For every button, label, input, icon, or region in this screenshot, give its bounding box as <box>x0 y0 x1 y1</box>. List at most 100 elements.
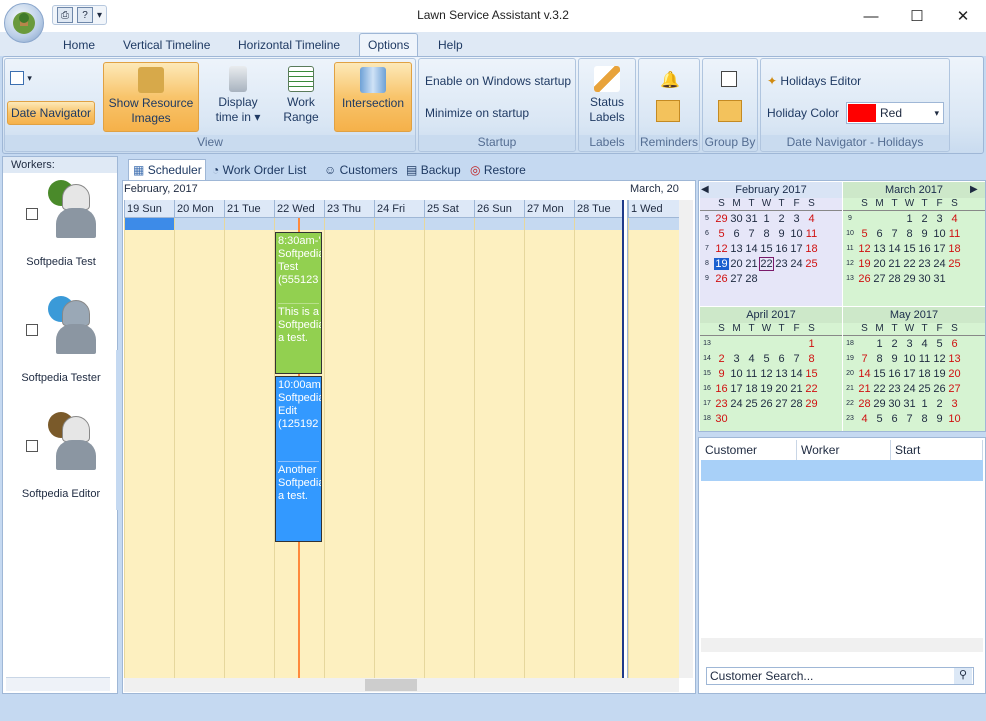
calendar-day[interactable]: 9 <box>774 228 789 240</box>
prev-month-arrow[interactable]: ◀ <box>701 184 709 195</box>
calendar-day[interactable]: 8 <box>902 228 917 240</box>
minimize-on-startup-button[interactable]: Minimize on startup <box>425 106 529 121</box>
calendar-day[interactable]: 20 <box>729 258 744 270</box>
enable-windows-startup-button[interactable]: Enable on Windows startup <box>425 74 571 89</box>
calendar-day[interactable]: 30 <box>887 398 902 410</box>
reminder-window-icon[interactable] <box>656 100 680 122</box>
calendar-day[interactable]: 8 <box>759 228 774 240</box>
calendar-day[interactable]: 11 <box>947 228 962 240</box>
calendar-day[interactable]: 16 <box>714 383 729 395</box>
tab-backup[interactable]: ▤ Backup <box>406 160 461 180</box>
day-header[interactable]: 24 Fri <box>374 200 424 218</box>
calendar-day[interactable]: 18 <box>804 243 819 255</box>
calendar-day[interactable]: 25 <box>917 383 932 395</box>
calendar-day[interactable]: 24 <box>932 258 947 270</box>
calendar-day[interactable]: 7 <box>887 228 902 240</box>
day-header[interactable]: 21 Tue <box>224 200 274 218</box>
calendar-day[interactable]: 6 <box>729 228 744 240</box>
next-month-arrow[interactable]: ▶ <box>970 184 978 195</box>
calendar-day[interactable]: 17 <box>789 243 804 255</box>
calendar-day[interactable]: 23 <box>887 383 902 395</box>
calendar-day[interactable]: 10 <box>902 353 917 365</box>
calendar-day[interactable]: 14 <box>857 368 872 380</box>
hscroll-thumb[interactable] <box>365 679 417 691</box>
calendar-day[interactable]: 2 <box>774 213 789 225</box>
status-labels-button[interactable]: Status Labels <box>584 66 630 132</box>
calendar-day[interactable]: 12 <box>759 368 774 380</box>
calendar-day[interactable]: 5 <box>872 413 887 425</box>
calendar-day[interactable]: 5 <box>857 228 872 240</box>
day-header[interactable]: 28 Tue <box>574 200 624 218</box>
calendar-day[interactable]: 30 <box>714 413 729 425</box>
calendar-day[interactable]: 6 <box>872 228 887 240</box>
tab-home[interactable]: Home <box>63 36 95 56</box>
column-worker[interactable]: Worker <box>797 440 891 460</box>
calendar-day[interactable]: 10 <box>789 228 804 240</box>
calendar-day[interactable]: 20 <box>872 258 887 270</box>
worker-card[interactable]: Softpedia Test <box>6 178 116 268</box>
calendar-day[interactable]: 15 <box>804 368 819 380</box>
bell-icon[interactable]: 🔔 <box>660 70 680 90</box>
calendar-day[interactable]: 21 <box>744 258 759 270</box>
calendar-day[interactable]: 26 <box>857 273 872 285</box>
calendar-day[interactable]: 15 <box>759 243 774 255</box>
day-column[interactable] <box>224 200 274 678</box>
calendar-day[interactable]: 27 <box>729 273 744 285</box>
minimize-button[interactable]: — <box>848 0 894 32</box>
column-customer[interactable]: Customer <box>701 440 797 460</box>
day-header[interactable]: 20 Mon <box>174 200 224 218</box>
day-header[interactable]: 26 Sun <box>474 200 524 218</box>
calendar-day[interactable]: 18 <box>947 243 962 255</box>
calendar-day[interactable]: 2 <box>917 213 932 225</box>
calendar-day[interactable]: 27 <box>774 398 789 410</box>
show-resource-images-button[interactable]: Show Resource Images <box>103 62 199 132</box>
day-column[interactable] <box>424 200 474 678</box>
tab-help[interactable]: Help <box>438 36 463 56</box>
calendar-day[interactable]: 22 <box>759 256 774 271</box>
calendar-day[interactable]: 11 <box>917 353 932 365</box>
display-time-button[interactable]: Display time in ▾ <box>212 66 264 132</box>
day-header[interactable]: 23 Thu <box>324 200 374 218</box>
calendar-day[interactable]: 30 <box>917 273 932 285</box>
calendar-day[interactable]: 16 <box>887 368 902 380</box>
calendar-day[interactable]: 10 <box>729 368 744 380</box>
intersection-button[interactable]: Intersection <box>334 62 412 132</box>
calendar-day[interactable]: 17 <box>729 383 744 395</box>
calendar-day[interactable]: 13 <box>872 243 887 255</box>
calendar-day[interactable]: 23 <box>714 398 729 410</box>
day-header[interactable]: 25 Sat <box>424 200 474 218</box>
tab-customers[interactable]: ☺ Customers <box>324 160 398 180</box>
calendar-day[interactable]: 21 <box>887 258 902 270</box>
calendar-day[interactable]: 24 <box>902 383 917 395</box>
scheduler-hscroll[interactable] <box>124 678 679 692</box>
calendar-day[interactable]: 22 <box>902 258 917 270</box>
calendar-day[interactable]: 6 <box>947 338 962 350</box>
calendar-day[interactable]: 8 <box>917 413 932 425</box>
calendar-day[interactable]: 27 <box>947 383 962 395</box>
calendar-day[interactable]: 15 <box>872 368 887 380</box>
calendar-day[interactable]: 4 <box>744 353 759 365</box>
calendar-day[interactable]: 13 <box>947 353 962 365</box>
day-header[interactable]: 22 Wed <box>274 200 324 218</box>
calendar-day[interactable]: 3 <box>902 338 917 350</box>
calendar-day[interactable]: 10 <box>932 228 947 240</box>
calendar-day[interactable]: 25 <box>804 258 819 270</box>
calendar-day[interactable]: 29 <box>902 273 917 285</box>
calendar-day[interactable]: 10 <box>947 413 962 425</box>
day-column[interactable] <box>324 200 374 678</box>
calendar-day[interactable]: 25 <box>744 398 759 410</box>
worker-card[interactable]: Softpedia Editor <box>6 410 116 500</box>
table-row[interactable] <box>701 460 983 481</box>
calendar-day[interactable]: 22 <box>872 383 887 395</box>
application-menu-button[interactable] <box>4 3 44 43</box>
calendar-day[interactable]: 28 <box>887 273 902 285</box>
calendar-day[interactable]: 19 <box>759 383 774 395</box>
tab-restore[interactable]: ◎ Restore <box>470 160 526 180</box>
binoculars-icon[interactable]: ⚲ <box>954 668 972 684</box>
holiday-color-select[interactable]: Red ▾ <box>846 102 944 124</box>
calendar-day[interactable]: 11 <box>804 228 819 240</box>
date-navigator-button[interactable]: Date Navigator <box>7 101 95 125</box>
calendar-day[interactable]: 25 <box>947 258 962 270</box>
calendar-day[interactable]: 31 <box>932 273 947 285</box>
calendar-day[interactable]: 9 <box>887 353 902 365</box>
